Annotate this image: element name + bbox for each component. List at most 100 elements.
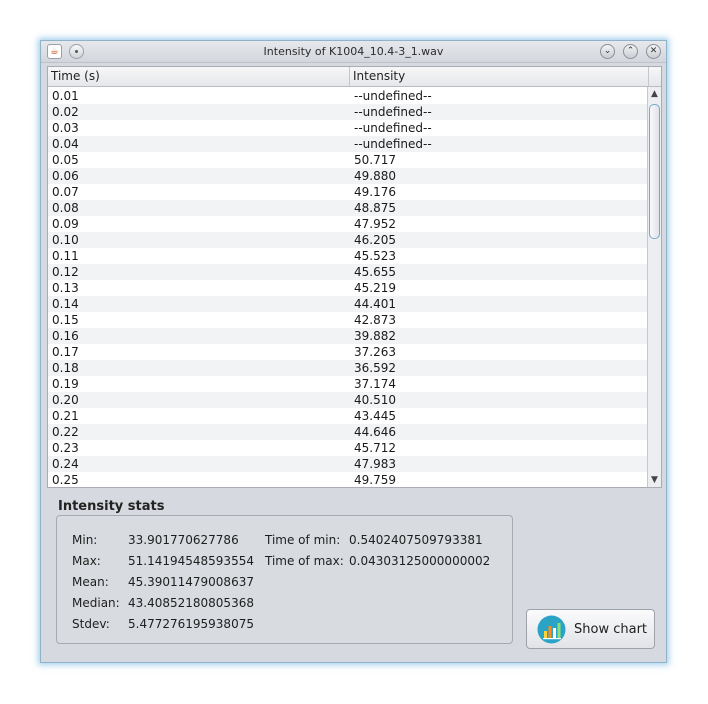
time-cell: 0.23 (52, 441, 79, 455)
scroll-thumb[interactable] (649, 104, 660, 239)
time-cell: 0.21 (52, 409, 79, 423)
table-row[interactable]: 0.11 45.523 (48, 248, 649, 264)
time-of-min-label: Time of min: (265, 533, 341, 547)
intensity-cell: 50.717 (354, 153, 396, 167)
show-chart-button[interactable]: Show chart (526, 609, 655, 649)
time-cell: 0.24 (52, 457, 79, 471)
table-header: Time (s) Intensity (48, 67, 661, 87)
intensity-cell: 36.592 (354, 361, 396, 375)
table-row[interactable]: 0.02 --undefined-- (48, 104, 649, 120)
time-cell: 0.18 (52, 361, 79, 375)
intensity-cell: 45.655 (354, 265, 396, 279)
title-bar[interactable]: ☕ Intensity of K1004_10.4-3_1.wav ⌄ ⌃ ✕ (41, 41, 666, 63)
min-value: 33.901770627786 (128, 533, 239, 547)
intensity-cell: --undefined-- (354, 137, 432, 151)
max-value: 51.14194548593554 (128, 554, 254, 568)
time-cell: 0.15 (52, 313, 79, 327)
scroll-down-icon[interactable]: ▼ (648, 473, 661, 487)
table-row[interactable]: 0.10 46.205 (48, 232, 649, 248)
table-row[interactable]: 0.23 45.712 (48, 440, 649, 456)
intensity-cell: --undefined-- (354, 89, 432, 103)
time-cell: 0.07 (52, 185, 79, 199)
table-row[interactable]: 0.21 43.445 (48, 408, 649, 424)
time-cell: 0.22 (52, 425, 79, 439)
table-row[interactable]: 0.03 --undefined-- (48, 120, 649, 136)
table-row[interactable]: 0.13 45.219 (48, 280, 649, 296)
time-cell: 0.17 (52, 345, 79, 359)
bar-chart-icon (537, 615, 566, 644)
vertical-scrollbar[interactable]: ▲ ▼ (647, 87, 661, 487)
time-cell: 0.08 (52, 201, 79, 215)
time-cell: 0.02 (52, 105, 79, 119)
window-title: Intensity of K1004_10.4-3_1.wav (263, 45, 444, 58)
table-row[interactable]: 0.14 44.401 (48, 296, 649, 312)
time-cell: 0.06 (52, 169, 79, 183)
median-label: Median: (72, 596, 120, 610)
table-row[interactable]: 0.05 50.717 (48, 152, 649, 168)
table-row[interactable]: 0.15 42.873 (48, 312, 649, 328)
minimize-button[interactable]: ⌄ (600, 44, 615, 59)
table-row[interactable]: 0.06 49.880 (48, 168, 649, 184)
time-cell: 0.19 (52, 377, 79, 391)
table-row[interactable]: 0.09 47.952 (48, 216, 649, 232)
table-row[interactable]: 0.08 48.875 (48, 200, 649, 216)
table-row[interactable]: 0.24 47.983 (48, 456, 649, 472)
time-cell: 0.13 (52, 281, 79, 295)
time-of-max-value: 0.04303125000000002 (349, 554, 491, 568)
intensity-cell: 49.176 (354, 185, 396, 199)
intensity-cell: 47.952 (354, 217, 396, 231)
intensity-cell: 39.882 (354, 329, 396, 343)
mean-label: Mean: (72, 575, 109, 589)
intensity-cell: 45.219 (354, 281, 396, 295)
intensity-cell: 45.712 (354, 441, 396, 455)
intensity-cell: 43.445 (354, 409, 396, 423)
time-cell: 0.16 (52, 329, 79, 343)
time-cell: 0.14 (52, 297, 79, 311)
stdev-value: 5.477276195938075 (128, 617, 254, 631)
intensity-cell: --undefined-- (354, 121, 432, 135)
close-button[interactable]: ✕ (646, 44, 661, 59)
scroll-up-icon[interactable]: ▲ (648, 87, 661, 101)
time-cell: 0.05 (52, 153, 79, 167)
table-row[interactable]: 0.22 44.646 (48, 424, 649, 440)
time-cell: 0.04 (52, 137, 79, 151)
table-row[interactable]: 0.25 49.759 (48, 472, 649, 487)
time-cell: 0.20 (52, 393, 79, 407)
intensity-cell: 37.174 (354, 377, 396, 391)
table-row[interactable]: 0.01 --undefined-- (48, 88, 649, 104)
max-label: Max: (72, 554, 101, 568)
intensity-cell: 49.759 (354, 473, 396, 487)
intensity-cell: 47.983 (354, 457, 396, 471)
time-of-min-value: 0.5402407509793381 (349, 533, 483, 547)
column-header-time[interactable]: Time (s) (48, 67, 350, 86)
intensity-table[interactable]: Time (s) Intensity 0.01 --undefined-- 0.02… (47, 66, 662, 488)
median-value: 43.40852180805368 (128, 596, 254, 610)
time-cell: 0.10 (52, 233, 79, 247)
table-row[interactable]: 0.20 40.510 (48, 392, 649, 408)
stats-title: Intensity stats (58, 499, 165, 514)
table-row[interactable]: 0.17 37.263 (48, 344, 649, 360)
table-row[interactable]: 0.04 --undefined-- (48, 136, 649, 152)
intensity-cell: 42.873 (354, 313, 396, 327)
table-row[interactable]: 0.07 49.176 (48, 184, 649, 200)
intensity-cell: 45.523 (354, 249, 396, 263)
intensity-cell: 44.401 (354, 297, 396, 311)
time-cell: 0.03 (52, 121, 79, 135)
intensity-window: ☕ Intensity of K1004_10.4-3_1.wav ⌄ ⌃ ✕ … (40, 40, 667, 663)
column-header-intensity[interactable]: Intensity (350, 67, 649, 86)
intensity-cell: 48.875 (354, 201, 396, 215)
maximize-button[interactable]: ⌃ (623, 44, 638, 59)
time-cell: 0.01 (52, 89, 79, 103)
time-cell: 0.11 (52, 249, 79, 263)
intensity-cell: 46.205 (354, 233, 396, 247)
intensity-cell: 49.880 (354, 169, 396, 183)
intensity-cell: 44.646 (354, 425, 396, 439)
intensity-cell: 40.510 (354, 393, 396, 407)
table-row[interactable]: 0.16 39.882 (48, 328, 649, 344)
stats-panel: Min: 33.901770627786 Time of min: 0.5402… (56, 515, 513, 644)
table-row[interactable]: 0.19 37.174 (48, 376, 649, 392)
table-row[interactable]: 0.12 45.655 (48, 264, 649, 280)
show-chart-label: Show chart (574, 622, 648, 637)
table-row[interactable]: 0.18 36.592 (48, 360, 649, 376)
intensity-cell: --undefined-- (354, 105, 432, 119)
